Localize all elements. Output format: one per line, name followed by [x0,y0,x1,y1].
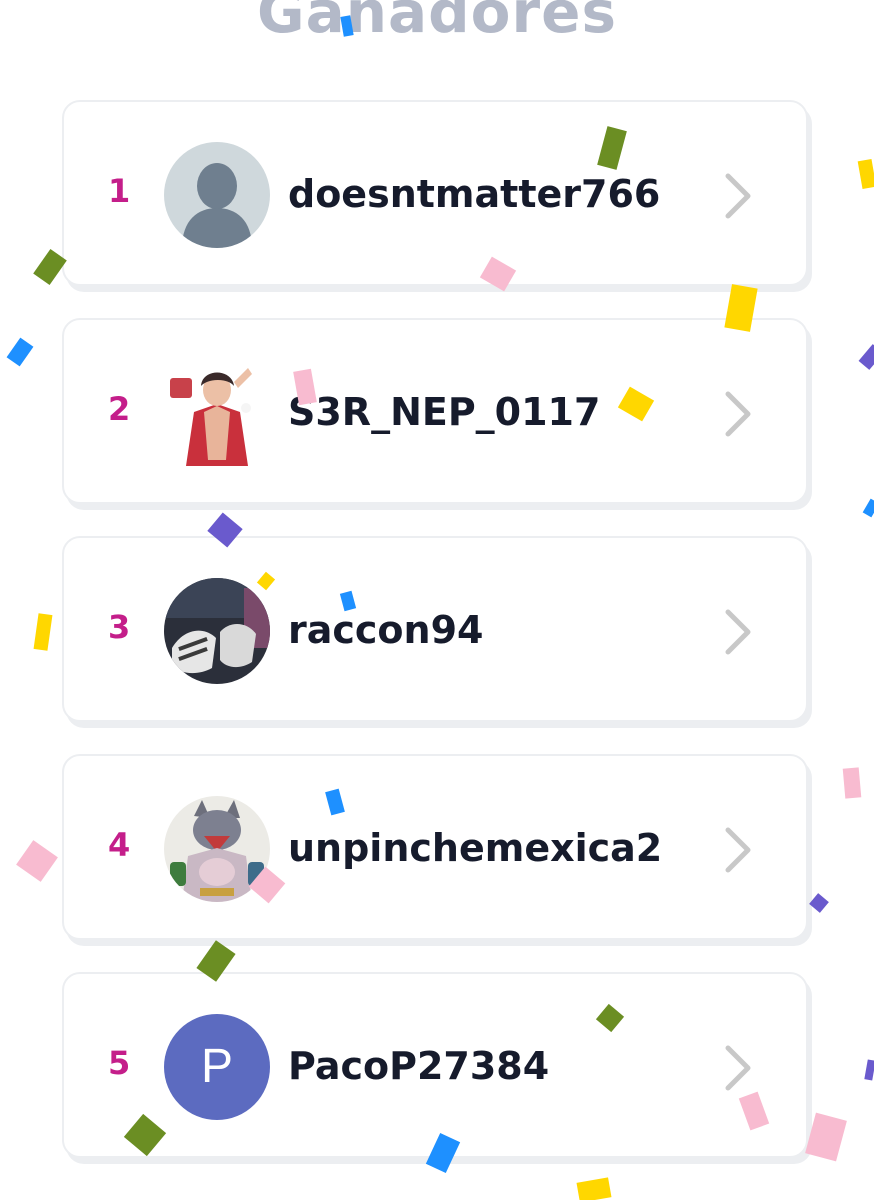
rank-number: 4 [108,826,131,864]
confetti-piece [842,767,862,799]
avatar [164,360,270,466]
chevron-right-icon[interactable] [722,390,754,438]
page-title: Ganadores [256,0,617,46]
rank-number: 5 [108,1044,131,1082]
person-silhouette-icon [164,142,270,248]
confetti-piece [805,1112,847,1162]
confetti-piece [33,613,53,651]
username: doesntmatter766 [288,172,661,216]
avatar [164,142,270,248]
chevron-right-icon[interactable] [722,826,754,874]
confetti-piece [576,1177,612,1200]
rank-number: 2 [108,390,131,428]
confetti-piece [809,893,829,913]
wolf-avatar-image [164,796,270,902]
avatar: P [164,1014,270,1120]
avatar [164,796,270,902]
winner-card-2[interactable]: 2 S3R_NEP_0117 [62,318,808,504]
winner-card-5[interactable]: 5 P PacoP27384 [62,972,808,1158]
avatar [164,578,270,684]
confetti-piece [6,337,34,367]
chevron-right-icon[interactable] [722,608,754,656]
winners-page: Ganadores 1 doesntmatter766 2 S3R_NEP_01… [0,0,874,1200]
winner-card-4[interactable]: 4 unpinchemexica2 [62,754,808,940]
username: S3R_NEP_0117 [288,390,601,434]
winner-card-3[interactable]: 3 raccon94 [62,536,808,722]
username: unpinchemexica2 [288,826,663,870]
rank-number: 1 [108,172,131,210]
confetti-piece [16,840,58,882]
avatar-letter: P [164,1014,270,1120]
username: PacoP27384 [288,1044,550,1088]
username: raccon94 [288,608,484,652]
winner-card-1[interactable]: 1 doesntmatter766 [62,100,808,286]
chevron-right-icon[interactable] [722,1044,754,1092]
confetti-piece [857,158,874,190]
confetti-piece [864,1059,874,1081]
confetti-piece [862,498,874,518]
character-avatar-image [164,360,270,466]
rank-number: 3 [108,608,131,646]
photo-avatar-image [164,578,270,684]
chevron-right-icon[interactable] [722,172,754,220]
confetti-piece [858,344,874,370]
